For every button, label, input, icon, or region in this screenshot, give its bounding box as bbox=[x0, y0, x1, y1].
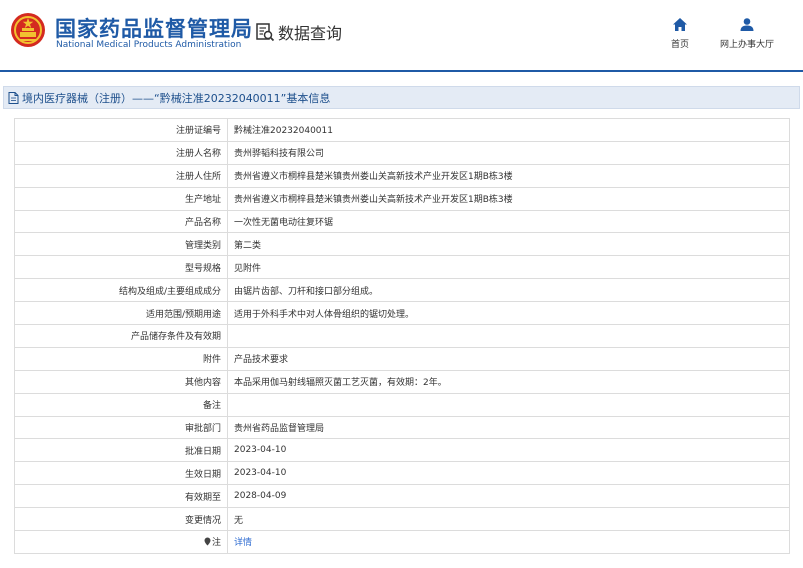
field-label: 批准日期 bbox=[14, 438, 228, 463]
table-row: 注册人名称 贵州骅韬科技有限公司 bbox=[14, 140, 790, 165]
section-title-group: 数据查询 bbox=[255, 20, 342, 44]
field-label: 注册证编号 bbox=[14, 118, 228, 142]
field-value: 贵州省遵义市桐梓县楚米镇贵州娄山关高新技术产业开发区1期B栋3楼 bbox=[227, 186, 790, 211]
document-icon bbox=[8, 91, 19, 104]
table-row: 注册人住所 贵州省遵义市桐梓县楚米镇贵州娄山关高新技术产业开发区1期B栋3楼 bbox=[14, 163, 790, 188]
home-icon bbox=[673, 18, 687, 31]
note-label-cell: 注 bbox=[14, 530, 228, 554]
field-value: 贵州省遵义市桐梓县楚米镇贵州娄山关高新技术产业开发区1期B栋3楼 bbox=[227, 163, 790, 188]
field-value bbox=[227, 324, 790, 348]
table-row: 有效期至 2028-04-09 bbox=[14, 484, 790, 509]
field-value: 2023-04-10 bbox=[227, 438, 790, 463]
table-row: 注册证编号 黔械注准20232040011 bbox=[14, 118, 790, 142]
section-header-bar: 境内医疗器械（注册）——“黔械注准20232040011”基本信息 bbox=[3, 86, 800, 109]
table-row: 附件 产品技术要求 bbox=[14, 346, 790, 371]
field-value: 黔械注准20232040011 bbox=[227, 118, 790, 142]
field-label: 备注 bbox=[14, 392, 228, 417]
field-label: 变更情况 bbox=[14, 507, 228, 532]
detail-table-body: 注册证编号 黔械注准20232040011 注册人名称 贵州骅韬科技有限公司 注册人住所… bbox=[14, 118, 790, 554]
field-label: 有效期至 bbox=[14, 484, 228, 509]
field-label: 生效日期 bbox=[14, 461, 228, 486]
field-value: 产品技术要求 bbox=[227, 346, 790, 371]
table-row-note: 注 详情 bbox=[14, 530, 790, 554]
header-divider bbox=[0, 70, 803, 72]
field-label: 注册人名称 bbox=[14, 140, 228, 165]
table-row: 结构及组成/主要组成成分 由锯片齿部、刀杆和接口部分组成。 bbox=[14, 278, 790, 303]
brand-name-cn[interactable]: 国家药品监督管理局 bbox=[55, 13, 253, 43]
table-row: 产品名称 一次性无菌电动往复环锯 bbox=[14, 209, 790, 234]
note-value-cell: 详情 bbox=[227, 530, 790, 554]
table-row: 产品储存条件及有效期 bbox=[14, 324, 790, 348]
field-value: 一次性无菌电动往复环锯 bbox=[227, 209, 790, 234]
field-value: 本品采用伽马射线辐照灭菌工艺灭菌，有效期：2年。 bbox=[227, 369, 790, 394]
pin-icon bbox=[204, 537, 211, 546]
user-icon bbox=[740, 18, 754, 31]
field-label: 其他内容 bbox=[14, 369, 228, 394]
brand-name-en[interactable]: National Medical Products Administration bbox=[56, 40, 241, 50]
table-row: 审批部门 贵州省药品监督管理局 bbox=[14, 415, 790, 440]
field-label: 审批部门 bbox=[14, 415, 228, 440]
table-row: 生效日期 2023-04-10 bbox=[14, 461, 790, 486]
field-label: 产品储存条件及有效期 bbox=[14, 324, 228, 348]
field-value: 第二类 bbox=[227, 232, 790, 257]
field-label: 管理类别 bbox=[14, 232, 228, 257]
field-label: 结构及组成/主要组成成分 bbox=[14, 278, 228, 303]
field-label: 型号规格 bbox=[14, 255, 228, 280]
detail-table-wrapper: 注册证编号 黔械注准20232040011 注册人名称 贵州骅韬科技有限公司 注册人住所… bbox=[14, 118, 790, 554]
detail-link[interactable]: 详情 bbox=[234, 538, 252, 548]
field-value: 2028-04-09 bbox=[227, 484, 790, 509]
detail-table: 注册证编号 黔械注准20232040011 注册人名称 贵州骅韬科技有限公司 注册人住所… bbox=[14, 118, 790, 554]
field-label: 产品名称 bbox=[14, 209, 228, 234]
field-value: 适用于外科手术中对人体骨组织的锯切处理。 bbox=[227, 301, 790, 326]
field-value: 无 bbox=[227, 507, 790, 532]
table-row: 生产地址 贵州省遵义市桐梓县楚米镇贵州娄山关高新技术产业开发区1期B栋3楼 bbox=[14, 186, 790, 211]
table-row: 其他内容 本品采用伽马射线辐照灭菌工艺灭菌，有效期：2年。 bbox=[14, 369, 790, 394]
section-header-title: 境内医疗器械（注册）——“黔械注准20232040011”基本信息 bbox=[22, 91, 331, 105]
field-value: 由锯片齿部、刀杆和接口部分组成。 bbox=[227, 278, 790, 303]
national-emblem-icon[interactable] bbox=[10, 12, 46, 48]
field-label: 附件 bbox=[14, 346, 228, 371]
field-label: 注册人住所 bbox=[14, 163, 228, 188]
note-label: 注 bbox=[211, 538, 221, 549]
field-label: 生产地址 bbox=[14, 186, 228, 211]
nav-online-office-label: 网上办事大厅 bbox=[719, 40, 774, 50]
nav-online-office[interactable]: 网上办事大厅 bbox=[716, 18, 778, 50]
table-row: 管理类别 第二类 bbox=[14, 232, 790, 257]
field-value: 贵州骅韬科技有限公司 bbox=[227, 140, 790, 165]
table-row: 批准日期 2023-04-10 bbox=[14, 438, 790, 463]
nav-home-label: 首页 bbox=[670, 40, 689, 50]
table-row: 备注 bbox=[14, 392, 790, 417]
table-row: 变更情况无 bbox=[14, 507, 790, 532]
field-value: 见附件 bbox=[227, 255, 790, 280]
table-row: 适用范围/预期用途 适用于外科手术中对人体骨组织的锯切处理。 bbox=[14, 301, 790, 326]
field-value: 贵州省药品监督管理局 bbox=[227, 415, 790, 440]
page-section-title: 数据查询 bbox=[278, 24, 343, 43]
table-row: 型号规格 见附件 bbox=[14, 255, 790, 280]
field-label: 适用范围/预期用途 bbox=[14, 301, 228, 326]
site-header: 国家药品监督管理局 National Medical Products Admi… bbox=[0, 0, 803, 70]
field-value: 2023-04-10 bbox=[227, 461, 790, 486]
nav-home[interactable]: 首页 bbox=[666, 18, 694, 50]
data-query-icon bbox=[256, 23, 275, 42]
field-value bbox=[227, 392, 790, 417]
